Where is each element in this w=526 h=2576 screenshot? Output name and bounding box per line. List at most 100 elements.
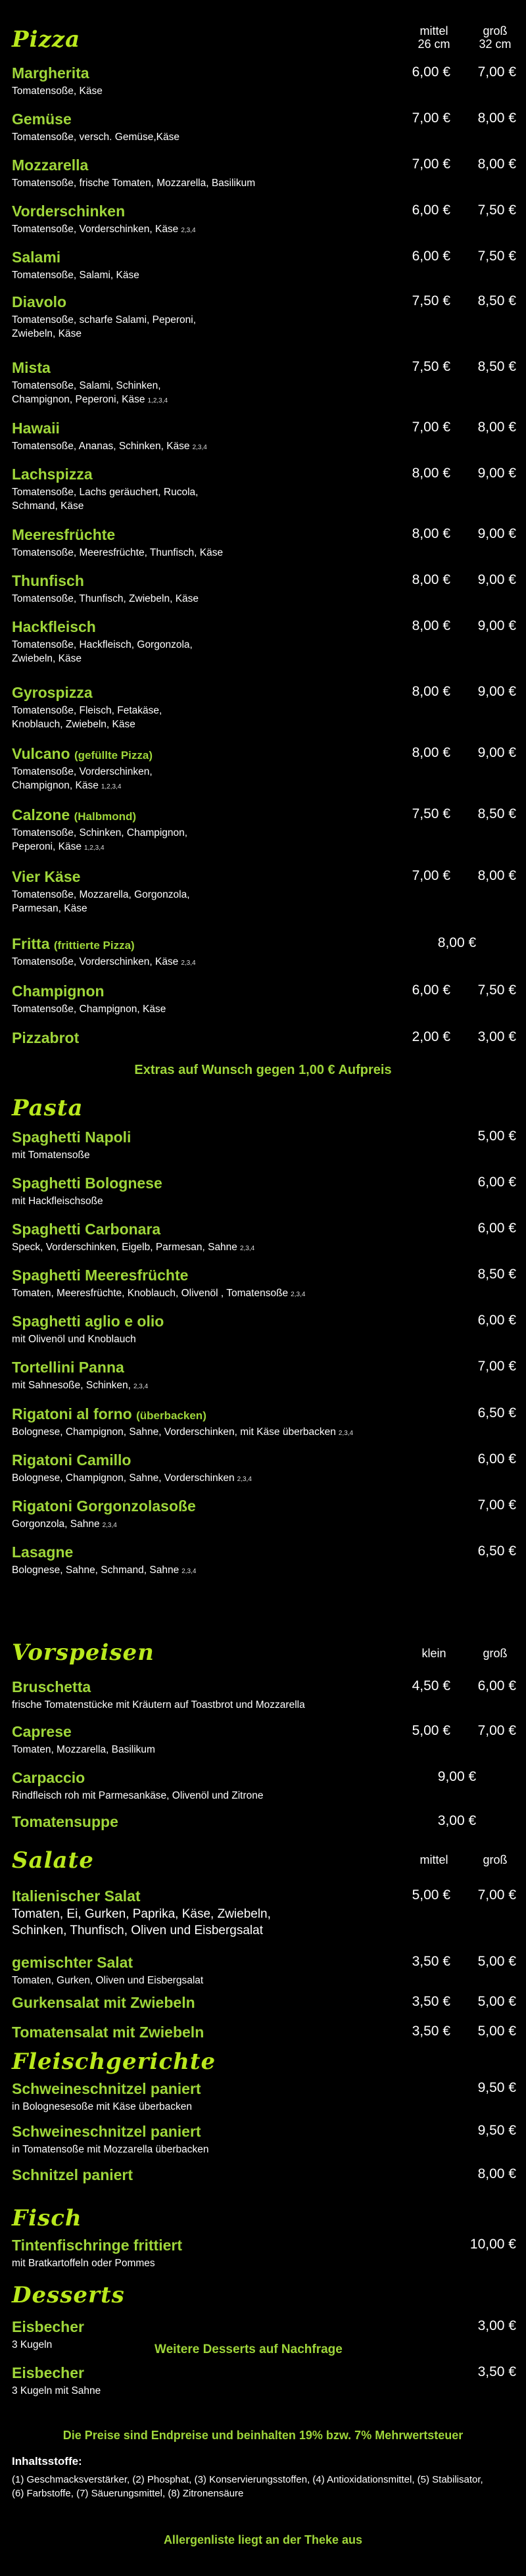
salate-title: Salate [12,1847,94,1874]
item-name-text: Fritta [12,935,50,952]
pasta-item-desc: mit Sahnesoße, Schinken, 2,3,4 [12,1378,380,1394]
pizza-price-col2: 9,00 € [477,526,516,541]
salate-item-desc: Tomaten, Gurken, Oliven und Eisbergsalat [12,1974,380,1987]
additive-note: 2,3,4 [133,1383,149,1390]
pizza-item-name: Thunfisch [12,572,84,590]
item-desc-text: Tomatensoße, Champignon, Käse [12,1004,166,1015]
item-desc-text: Tomatensoße, frische Tomaten, Mozzarella… [12,178,256,189]
item-desc-text: Bolognese, Champignon, Sahne, Vorderschi… [12,1426,336,1438]
vorspeisen-price: 3,00 € [437,1813,477,1828]
item-name-text: Spaghetti Meeresfrüchte [12,1267,189,1284]
item-name-text: Margherita [12,64,89,82]
pizza-price-col2: 9,00 € [477,618,516,633]
pizza-price-col1: 7,00 € [412,110,450,126]
item-desc-text: mit Hackfleischsoße [12,1196,103,1207]
additives-list: (1) Geschmacksverstärker, (2) Phosphat, … [12,2474,483,2499]
item-desc-text: Bolognese, Sahne, Schmand, Sahne [12,1565,179,1576]
pasta-section-header: Pasta [0,1092,526,1125]
salate-price-col2: 7,00 € [477,1887,516,1903]
pizza-price-col2: 9,00 € [477,572,516,587]
item-name-text: Rigatoni Camillo [12,1451,132,1469]
pizza-item-name: Diavolo [12,293,66,311]
item-desc-text: Tomatensoße, Salami, Käse [12,270,139,281]
pizza-price-col1: 8,00 € [412,466,450,481]
pizza-item-desc: Tomatensoße, scharfe Salami, Peperoni, Z… [12,313,380,341]
item-desc-text: Tomatensoße, Käse [12,85,103,97]
pizza-item-desc: Tomatensoße, Vorderschinken, Käse 2,3,4 [12,222,380,237]
additive-note: 2,3,4 [181,227,196,234]
pasta-item-name: Spaghetti aglio e olio [12,1313,164,1330]
pizza-item-name: Mista [12,359,51,377]
desserts-price: 3,00 € [477,2318,516,2333]
desserts-item-name: Eisbecher [12,2318,84,2336]
pasta-item-desc: mit Hackfleischsoße [12,1194,380,1208]
item-name-text: Champignon [12,983,105,1000]
pasta-price: 5,00 € [477,1129,516,1144]
pasta-item-name: Spaghetti Bolognese [12,1175,162,1192]
menu-page: Pizza mittel 26 cm groß 32 cm Margherita… [0,0,526,2576]
pasta-item-name: Spaghetti Meeresfrüchte [12,1267,188,1284]
item-desc-text: mit Tomatensoße [12,1150,90,1161]
pizza-price-col1: 7,00 € [412,868,450,883]
salate-col-gross: groß [483,1853,508,1866]
pizza-price-col1: 6,00 € [412,203,450,218]
item-desc-text: in Tomatensoße mit Mozzarella überbacken [12,2144,209,2155]
fleisch-item-desc: in Bolognesesoße mit Käse überbacken [12,2100,380,2114]
vorspeisen-col-klein: klein [421,1647,446,1660]
item-desc-text: mit Bratkartoffeln oder Pommes [12,2258,155,2269]
pizza-item-name: Vulcano (gefüllte Pizza) [12,745,153,763]
item-desc-text: Speck, Vorderschinken, Eigelb, Parmesan,… [12,1242,237,1253]
item-name-text: Caprese [12,1723,72,1740]
pizza-price-col2: 7,50 € [477,203,516,218]
vorspeisen-price-col2: 6,00 € [477,1678,516,1693]
pizza-item-name: Vier Käse [12,868,80,886]
pasta-item-desc: Bolognese, Champignon, Sahne, Vorderschi… [12,1471,380,1486]
item-desc-text: Tomatensoße, Fleisch, Fetakäse, Knoblauc… [12,705,162,730]
allergen-note: Allergenliste liegt an der Theke aus [163,2533,363,2546]
item-desc-text: Tomaten, Ei, Gurken, Paprika, Käse, Zwie… [12,1907,271,1937]
pizza-price-col1: 8,00 € [412,745,450,760]
item-name-text: Tintenfischringe frittiert [12,2237,182,2254]
item-desc-text: Tomaten, Meeresfrüchte, Knoblauch, Olive… [12,1288,289,1299]
pizza-price-col2: 7,50 € [477,983,516,998]
item-desc-text: Tomatensoße, Lachs geräuchert, Rucola, S… [12,487,199,512]
vorspeisen-item-name: Carpaccio [12,1769,85,1787]
additive-note: 1,2,3,4 [147,397,168,404]
pizza-price-col1: 6,00 € [412,983,450,998]
pizza-item-desc: Tomatensoße, Vorderschinken, Champignon,… [12,765,380,794]
item-name-text: Tomatensuppe [12,1813,118,1830]
pizza-price-col2: 8,50 € [477,359,516,374]
additive-note: 2,3,4 [237,1476,252,1483]
item-name-text: Bruschetta [12,1678,91,1695]
pasta-price: 6,00 € [477,1313,516,1328]
pasta-item-desc: Bolognese, Sahne, Schmand, Sahne 2,3,4 [12,1563,380,1578]
fisch-item-name: Tintenfischringe frittiert [12,2237,182,2254]
salate-price-col1: 3,50 € [412,1954,450,1969]
pasta-item-name: Rigatoni Camillo [12,1451,131,1469]
pizza-price-col1: 8,00 € [412,684,450,699]
pasta-price: 6,00 € [477,1175,516,1190]
pizza-item-desc: Tomatensoße, Thunfisch, Zwiebeln, Käse [12,592,380,606]
item-name-text: Hackfleisch [12,618,96,635]
item-name-text: Carpaccio [12,1769,85,1786]
additive-note: 2,3,4 [239,1245,255,1252]
salate-price-col2: 5,00 € [477,1954,516,1969]
item-desc-text: Gorgonzola, Sahne [12,1519,100,1530]
pizza-col-gross: groß 32 cm [479,24,512,51]
pizza-price-col1: 8,00 € [412,618,450,633]
item-desc-text: Tomatensoße, Vorderschinken, Käse [12,224,179,235]
pizza-price: 8,00 € [437,935,477,950]
pizza-price-col2: 8,00 € [477,420,516,435]
salate-price-col2: 5,00 € [477,1994,516,2009]
item-name-text: Vier Käse [12,868,81,885]
desserts-section-header: Desserts [0,2279,526,2312]
pasta-price: 6,00 € [477,1221,516,1236]
item-name-text: Schweineschnitzel paniert [12,2123,201,2140]
item-name-text: Mozzarella [12,157,89,174]
item-desc-text: Tomaten, Gurken, Oliven und Eisbergsalat [12,1975,204,1986]
pizza-item-name: Hackfleisch [12,618,96,636]
pizza-item-desc: Tomatensoße, Vorderschinken, Käse 2,3,4 [12,955,380,970]
salate-item-name: Gurkensalat mit Zwiebeln [12,1994,195,2012]
item-name-text: Gurkensalat mit Zwiebeln [12,1994,195,2011]
pizza-price-col1: 6,00 € [412,249,450,264]
